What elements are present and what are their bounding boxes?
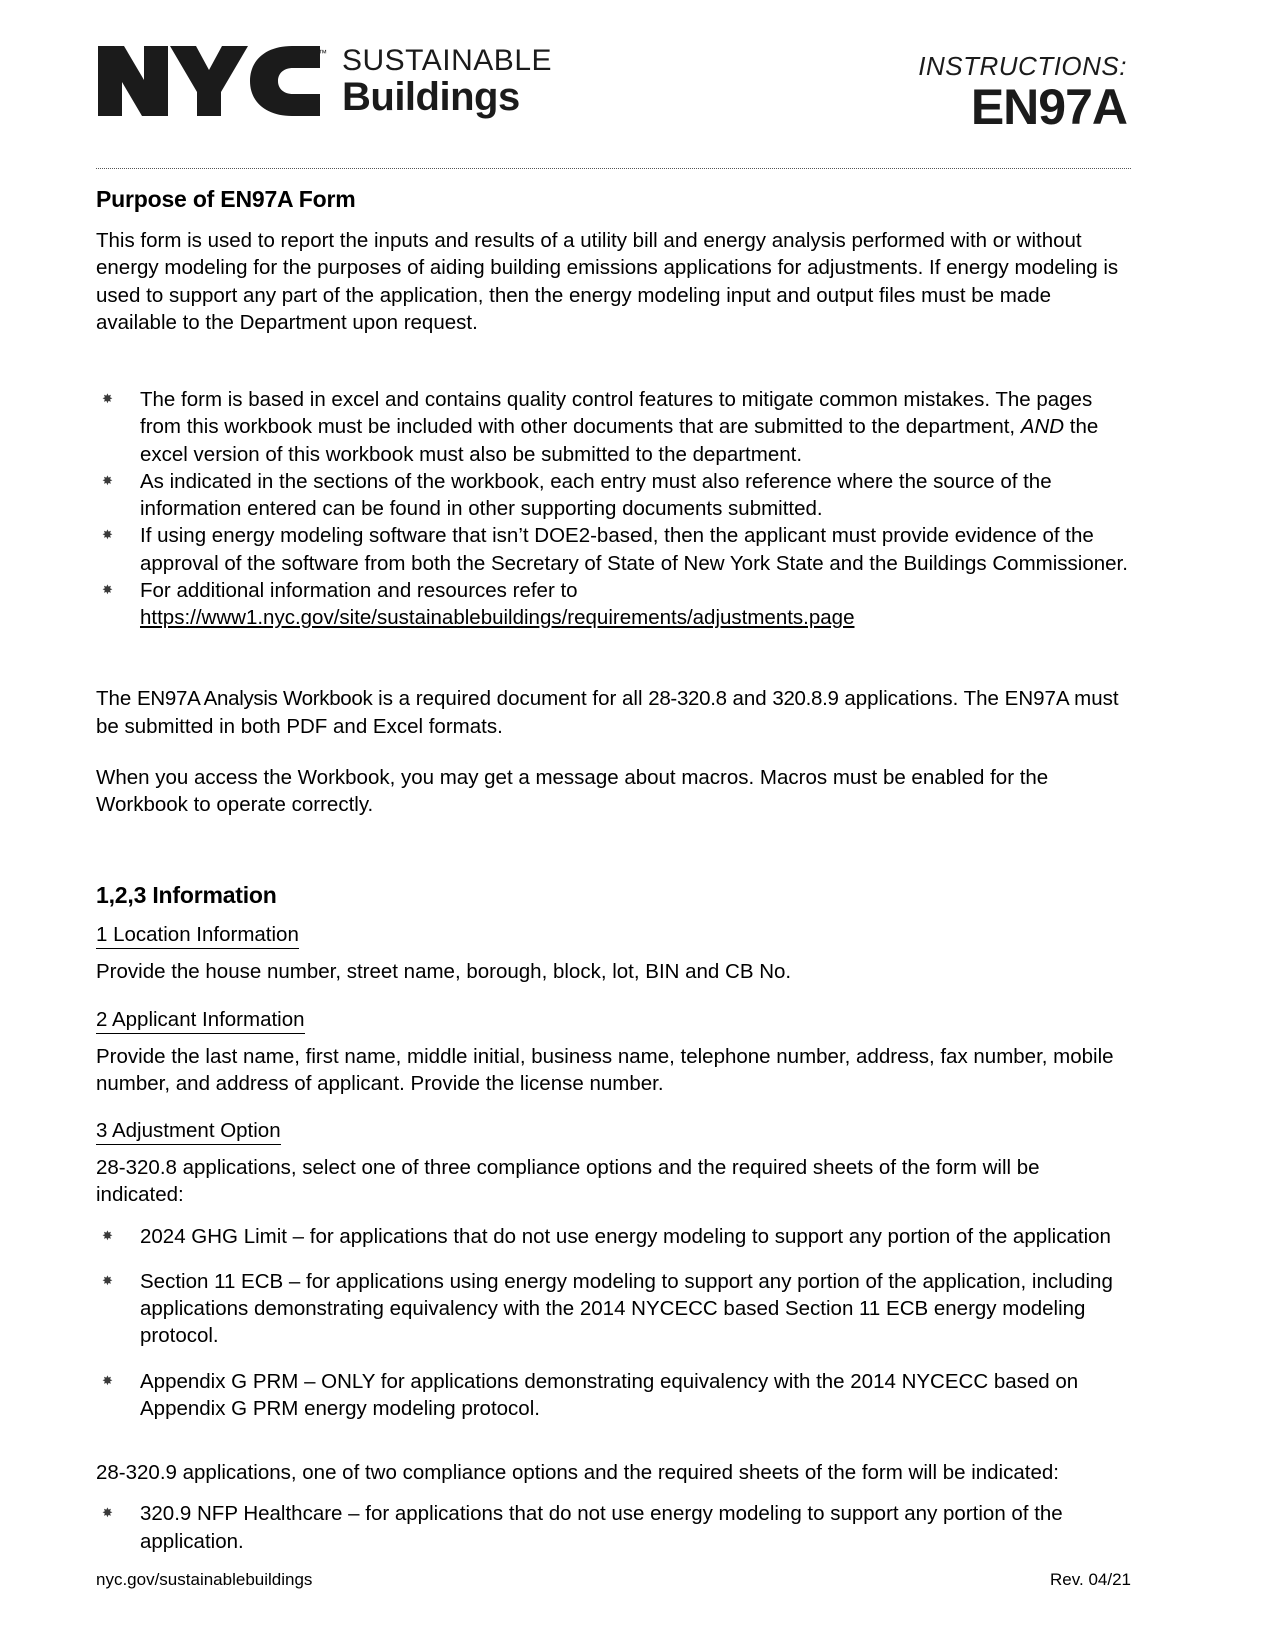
bullet-icon: ✸ [102, 527, 113, 543]
bullet-icon: ✸ [102, 1227, 113, 1243]
bullet-icon: ✸ [102, 581, 113, 597]
location-information-block: 1 Location Information Provide the house… [96, 923, 1131, 985]
compliance-options-320-8-list: ✸ 2024 GHG Limit – for applications that… [96, 1223, 1131, 1423]
location-information-heading: 1 Location Information [96, 923, 299, 950]
workbook-para-part3: and [726, 687, 773, 711]
applicant-information-heading: 2 Applicant Information [96, 1008, 305, 1034]
bullet-text: If using energy modeling software that i… [140, 524, 1128, 575]
brand-sustainable-text: SUSTAINABLE [342, 43, 553, 77]
option-text: 2024 GHG Limit – for applications that d… [140, 1224, 1111, 1248]
page-footer: nyc.gov/sustainablebuildings Rev. 04/21 [96, 1570, 1131, 1590]
workbook-para-part2: is a required document for all [372, 687, 649, 711]
adjustment-intro-320-8: 28-320.8 applications, select one of thr… [96, 1156, 1040, 1207]
document-page: ™ SUSTAINABLE Buildings INSTRUCTIONS: EN… [0, 0, 1275, 1650]
list-item-with-link: ✸ For additional information and resourc… [96, 577, 1131, 632]
bullet-icon: ✸ [102, 1505, 113, 1521]
macros-paragraph: When you access the Workbook, you may ge… [96, 765, 1049, 816]
information-section-title: 1,2,3 Information [96, 882, 277, 909]
code-reference-28-320-8: 28-320.8 [648, 687, 727, 711]
page-title: Purpose of EN97A Form [96, 186, 356, 212]
list-item: ✸ 2024 GHG Limit – for applications that… [96, 1223, 1131, 1250]
footer-revision: Rev. 04/21 [1050, 1570, 1131, 1589]
svg-text:™: ™ [318, 48, 327, 58]
adjustment-intro-320-9: 28-320.9 applications, one of two compli… [96, 1461, 1059, 1484]
nyc-sustainable-buildings-logo: ™ SUSTAINABLE Buildings [96, 42, 552, 120]
purpose-bullet-list: ✸ The form is based in excel and contain… [96, 386, 1131, 631]
purpose-intro-paragraph: This form is used to report the inputs a… [96, 229, 1119, 334]
code-reference-320-8-9: 320.8.9 [772, 687, 839, 711]
location-information-body: Provide the house number, street name, b… [96, 960, 792, 984]
header-form-identifier: INSTRUCTIONS: EN97A [918, 51, 1128, 135]
bullet-icon: ✸ [102, 1372, 113, 1388]
list-item: ✸ The form is based in excel and contain… [96, 386, 1131, 468]
adjustment-option-heading: 3 Adjustment Option [96, 1119, 281, 1145]
workbook-para-part1: The [96, 687, 138, 711]
option-text: Appendix G PRM – ONLY for applications d… [140, 1369, 1079, 1420]
bullet-text-emphasis: AND [1020, 415, 1065, 439]
list-item: ✸ Section 11 ECB – for applications usin… [96, 1268, 1131, 1350]
adjustments-page-link[interactable]: https://www1.nyc.gov/site/sustainablebui… [140, 606, 854, 629]
workbook-name-emphasis: EN97A Analysis Workbook [137, 687, 373, 711]
applicant-information-block: 2 Applicant Information Provide the last… [96, 1008, 1131, 1098]
list-item: ✸ As indicated in the sections of the wo… [96, 468, 1131, 523]
footer-website: nyc.gov/sustainablebuildings [96, 1570, 313, 1589]
instructions-label: INSTRUCTIONS: [918, 51, 1127, 81]
option-text: 320.9 NFP Healthcare – for applications … [140, 1502, 1063, 1553]
compliance-options-320-9-list: ✸ 320.9 NFP Healthcare – for application… [96, 1500, 1131, 1555]
header-divider [96, 168, 1131, 169]
workbook-requirement-paragraph: The EN97A Analysis Workbook is a require… [96, 685, 1131, 740]
document-body: Purpose of EN97A Form This form is used … [96, 186, 1131, 1577]
form-code: EN97A [970, 78, 1128, 135]
bullet-text-pre: The form is based in excel and contains … [140, 388, 1093, 439]
list-item: ✸ 320.9 NFP Healthcare – for application… [96, 1500, 1131, 1555]
list-item: ✸ If using energy modeling software that… [96, 522, 1131, 577]
bullet-icon: ✸ [102, 1272, 113, 1288]
option-text: Section 11 ECB – for applications using … [140, 1269, 1113, 1348]
bullet-text: For additional information and resources… [140, 578, 578, 602]
adjustment-option-block: 3 Adjustment Option 28-320.8 application… [96, 1119, 1131, 1555]
applicant-information-body: Provide the last name, first name, middl… [96, 1044, 1114, 1095]
page-header: ™ SUSTAINABLE Buildings INSTRUCTIONS: EN… [96, 0, 1131, 169]
brand-buildings-text: Buildings [342, 75, 520, 119]
bullet-icon: ✸ [102, 391, 113, 406]
bullet-text: As indicated in the sections of the work… [140, 469, 1052, 520]
bullet-icon: ✸ [102, 472, 113, 488]
nyc-logo-icon: ™ [98, 46, 327, 116]
list-item: ✸ Appendix G PRM – ONLY for applications… [96, 1368, 1131, 1423]
